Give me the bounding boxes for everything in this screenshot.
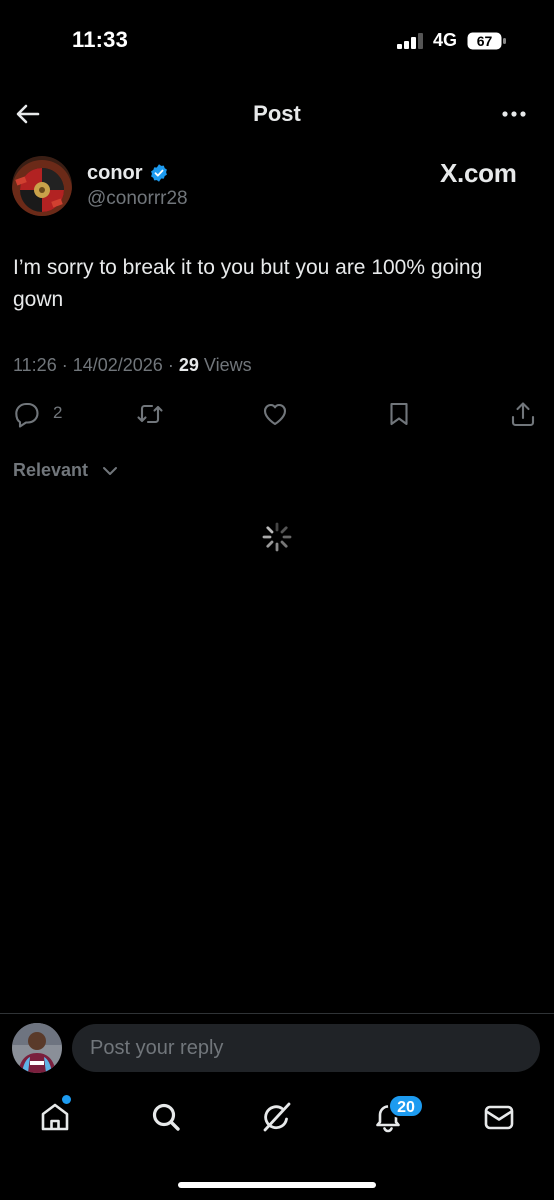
post-meta: 11:26 · 14/02/2026 · 29 Views xyxy=(13,355,252,376)
like-icon[interactable] xyxy=(261,400,289,428)
meta-separator: · xyxy=(167,355,179,375)
repost-icon[interactable] xyxy=(136,400,164,428)
chevron-down-icon[interactable] xyxy=(101,462,119,480)
battery-level: 67 xyxy=(476,33,493,49)
reply-input[interactable] xyxy=(72,1024,540,1072)
home-icon[interactable] xyxy=(38,1100,72,1134)
share-icon[interactable] xyxy=(509,400,537,428)
post-text: I’m sorry to break it to you but you are… xyxy=(13,256,483,311)
reply-divider xyxy=(0,1013,554,1014)
reply-icon[interactable] xyxy=(13,400,41,428)
home-indicator xyxy=(178,1182,376,1188)
mail-icon[interactable] xyxy=(482,1100,516,1134)
more-icon[interactable] xyxy=(500,104,528,124)
status-time: 11:33 xyxy=(72,27,129,52)
search-icon[interactable] xyxy=(149,1100,183,1134)
spinner-icon xyxy=(262,522,292,552)
user-avatar[interactable] xyxy=(12,1023,62,1073)
reply-count: 2 xyxy=(53,403,63,422)
author-handle[interactable]: @conorrr28 xyxy=(87,188,188,210)
sort-dropdown[interactable]: Relevant xyxy=(13,460,88,481)
page-title: Post xyxy=(253,101,301,126)
grok-icon[interactable] xyxy=(260,1100,294,1134)
notifications-badge: 20 xyxy=(388,1094,424,1118)
post-time: 11:26 xyxy=(13,355,57,375)
source-label: X.com xyxy=(440,158,517,188)
meta-separator: · xyxy=(61,355,73,375)
home-unread-dot xyxy=(62,1095,71,1104)
battery-indicator: 67 xyxy=(467,32,506,50)
views-count: 29 xyxy=(178,355,199,375)
bookmark-icon[interactable] xyxy=(385,400,413,428)
author-name[interactable]: conor xyxy=(87,162,143,185)
signal-icon xyxy=(397,33,423,49)
author-avatar[interactable] xyxy=(12,156,72,216)
post-date: 14/02/2026 xyxy=(72,355,163,375)
network-label: 4G xyxy=(433,30,458,50)
verified-badge-icon xyxy=(151,164,167,182)
views-label: Views xyxy=(203,355,252,375)
